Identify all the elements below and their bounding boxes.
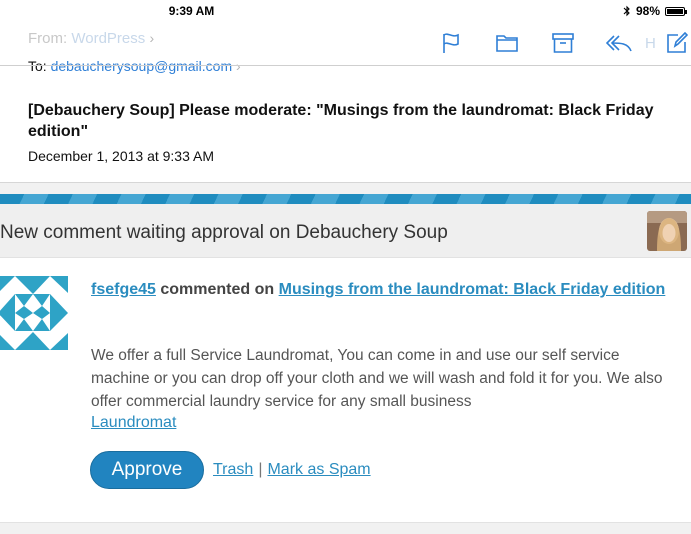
flag-icon	[443, 33, 459, 53]
compose-button[interactable]	[663, 31, 691, 55]
battery-percent: 98%	[635, 4, 660, 18]
flag-button[interactable]	[437, 31, 465, 55]
commenter-link[interactable]: fsefge45	[91, 281, 156, 298]
email-body: New comment waiting approval on Debauche…	[0, 182, 691, 534]
to-address[interactable]: debaucherysoup@gmail.com	[51, 58, 233, 74]
email-content: New comment waiting approval on Debauche…	[0, 204, 691, 522]
site-avatar	[647, 211, 687, 251]
message-subject: [Debauchery Soup] Please moderate: "Musi…	[28, 102, 654, 140]
reply-icon	[606, 35, 632, 52]
folder-icon	[496, 35, 518, 52]
chevron-right-icon: ›	[149, 30, 155, 46]
message-date: December 1, 2013 at 9:33 AM	[28, 148, 214, 164]
bluetooth-icon	[623, 5, 630, 17]
comment-text: We offer a full Service Laundromat, You …	[91, 347, 663, 410]
comment-link[interactable]: Laundromat	[91, 414, 176, 432]
battery-icon	[665, 6, 687, 16]
to-row[interactable]: To: debaucherysoup@gmail.com ›	[28, 58, 241, 74]
compose-icon	[667, 32, 688, 53]
decorative-stripe	[0, 194, 691, 204]
message-header: From: WordPress › H To: debaucherysoup@g…	[0, 22, 691, 182]
battery-fill	[667, 8, 683, 14]
move-folder-button[interactable]	[493, 31, 521, 55]
chevron-right-icon: ›	[236, 58, 241, 74]
commented-on-text: commented on	[155, 281, 279, 298]
archive-button[interactable]	[549, 31, 577, 55]
archive-icon	[552, 33, 574, 53]
commenter-identicon	[0, 276, 68, 350]
header-divider	[0, 65, 691, 66]
status-time: 9:39 AM	[168, 4, 215, 18]
message-toolbar: Hide	[409, 30, 691, 56]
reply-button[interactable]	[605, 31, 633, 55]
from-row[interactable]: From: WordPress ›	[28, 30, 154, 47]
to-label: To:	[28, 58, 47, 74]
approve-button[interactable]: Approve	[90, 451, 204, 489]
hide-details-link[interactable]: Hide	[645, 35, 655, 52]
body-divider	[0, 182, 691, 183]
from-value[interactable]: WordPress	[71, 30, 145, 47]
status-right: 98%	[623, 4, 687, 18]
bottom-border	[0, 522, 691, 534]
banner-text: New comment waiting approval on Debauche…	[0, 222, 448, 243]
notification-banner: New comment waiting approval on Debauche…	[0, 204, 691, 258]
moderation-actions: Approve Trash | Mark as Spam	[90, 451, 371, 489]
post-title-link[interactable]: Musings from the laundromat: Black Frida…	[279, 281, 666, 298]
comment-heading: fsefge45 commented on Musings from the l…	[91, 278, 671, 301]
mark-as-spam-link[interactable]: Mark as Spam	[267, 461, 370, 479]
trash-link[interactable]: Trash	[213, 461, 253, 479]
action-separator: |	[258, 461, 263, 478]
from-label: From:	[28, 30, 68, 47]
status-bar: 9:39 AM 98%	[0, 0, 691, 22]
